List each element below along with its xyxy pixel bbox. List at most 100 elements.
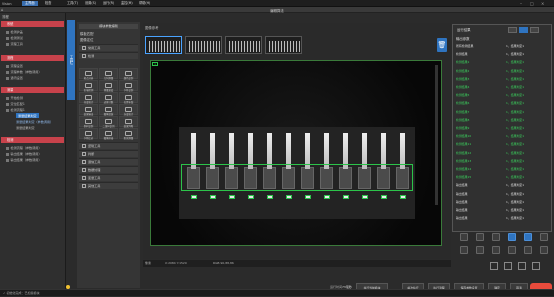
result-label: 检测结果1 [456,60,470,65]
menu-tools[interactable]: 工具(T) [64,1,81,6]
tree-item[interactable]: 定位匹配1 [6,101,25,106]
hand-icon[interactable] [460,246,468,254]
tool-cell[interactable]: 条码识别 [79,116,98,128]
tree-item[interactable]: 输出结果（参数调用） [6,157,41,162]
section-measure[interactable]: 测量 [1,87,64,93]
table-icon[interactable] [476,233,484,241]
tool-cell[interactable]: 二维码识别 [99,116,118,128]
tool-cell[interactable]: 斑点分析 [79,68,98,80]
image-thumbnail[interactable] [145,36,182,54]
image-thumbnail[interactable] [265,36,302,54]
tool-cell[interactable]: 图像滤波 [99,104,118,116]
tool-cell[interactable]: 边缘计数 [99,92,118,104]
tool-cell[interactable]: 图像拼接 [99,128,118,140]
tool-cell[interactable]: 结果输出 [79,104,98,116]
tool-label: 图像拼接 [103,136,114,140]
settings-icon[interactable] [540,246,548,254]
tool-icon [125,106,132,112]
rotate-icon[interactable] [518,262,526,270]
fit-icon[interactable] [524,246,532,254]
tool-list-label: 逻辑工具 [88,144,101,148]
image-thumbnail[interactable] [225,36,262,54]
delete-image-icon[interactable]: 🗑 [437,38,447,52]
tool-cell[interactable]: 颜色识别 [119,68,138,80]
zoom-out-icon[interactable] [504,262,512,270]
tool-cell[interactable]: 灰度统计 [119,104,138,116]
tool-cell[interactable]: 字符识别 [119,80,138,92]
tree-item[interactable]: 流程工具 [6,41,23,46]
camera-icon[interactable] [508,233,516,241]
grid-view-icon[interactable] [519,27,528,33]
tab-toolbox[interactable]: 工具栏 [67,20,75,100]
group-common-tools[interactable]: 常用工具 [79,44,138,51]
tool-cell[interactable]: 字符比对 [79,128,98,140]
tool-list-item[interactable]: 其他工具 [79,182,138,189]
tree-item[interactable]: 开始检测 [6,95,23,100]
tool-list-item[interactable]: 变量工具 [79,174,138,181]
export-icon[interactable] [540,233,548,241]
tool-cell[interactable]: 测量宽度 [99,80,118,92]
detection-roi[interactable] [181,164,413,191]
result-value: 1，结果判定1 [506,199,525,204]
tool-cell[interactable]: 区域检测 [79,80,98,92]
trash-icon[interactable] [492,233,500,241]
tool-list-item[interactable]: 数据处理 [79,166,138,173]
image-thumbnail[interactable] [185,36,222,54]
tool-list-item[interactable]: 通信工具 [79,158,138,165]
group-detect[interactable]: 检测 [79,52,138,59]
maximize-icon[interactable]: □ [530,1,534,6]
tree-item-label: 流程参数（参数调用） [10,70,42,74]
roi-marker[interactable]: 1 [152,62,158,66]
tree-subitem[interactable]: 测量结果判定（参数调用） [16,119,53,124]
tree-item[interactable]: 流程参数（参数调用） [6,69,41,74]
minimize-icon[interactable]: – [520,1,522,6]
close-icon[interactable]: × [541,1,544,6]
result-value: 1，结果判定1 [506,44,525,48]
tree-item[interactable]: 检测测试 [6,35,23,40]
block-icon[interactable] [492,246,500,254]
target-icon[interactable] [508,246,516,254]
tool-cell[interactable]: 位置补偿 [119,92,138,104]
tool-list-label: 通信工具 [88,160,101,164]
section-detect[interactable]: 检测 [1,137,64,143]
menu-monitor[interactable]: 监控(M) [118,1,136,6]
grid-icon[interactable] [460,233,468,241]
tool-icon [85,82,92,88]
tree-item-selected[interactable]: 测量结果判定 [16,113,39,118]
menu-help[interactable]: 帮助(H) [136,1,153,6]
tree-subitem[interactable]: 测量结果判定 [16,125,35,130]
vertical-scrollbar[interactable] [435,65,438,205]
result-label: 检测结果9 [456,126,470,130]
tree-item[interactable]: 检测流程（参数调用） [6,145,41,150]
tree-item[interactable]: 流程设置 [6,63,23,68]
tab-main[interactable]: 主界面 [22,1,38,6]
result-row: 输出结果 1，结果判定1 [456,215,550,221]
tool-list-item[interactable]: 逻辑工具 [79,142,138,149]
list-view-icon[interactable] [508,27,517,33]
tree-item[interactable]: 检测护盖 [6,29,23,34]
tool-cell[interactable]: 结果判断 [119,116,138,128]
tree-item-label: 检测测试 [10,36,23,40]
tool-cell[interactable]: 距离测量 [119,128,138,140]
menu-run[interactable]: 运行(R) [100,1,117,6]
tool-list-item[interactable]: 判断 [79,150,138,157]
zoom-in-icon[interactable] [490,262,498,270]
lock-icon[interactable] [476,246,484,254]
menu-settings[interactable]: 设置(S) [82,1,99,6]
tree-item[interactable]: 通讯设置 [6,75,23,80]
tab-check[interactable]: 检查 [42,1,54,6]
result-row: 检测结果1 1，结果判定1 [456,59,550,65]
section-process[interactable]: 流程 [1,55,64,61]
node-icon [6,108,9,112]
tool-cell[interactable]: 亮度统计 [79,92,98,104]
section-system[interactable]: 系统 [1,21,64,27]
reset-view-icon[interactable] [532,262,540,270]
coordinates: X:2084 Y:1520 [165,261,187,265]
image-icon[interactable] [524,233,532,241]
result-label: 检测结果5 [456,93,470,98]
detail-view-icon[interactable] [530,27,539,33]
tree-item[interactable]: 检测流程1 [6,107,25,112]
tool-cell[interactable]: 几何测量 [99,68,118,80]
tree-item[interactable]: 输出结果（参数调用） [6,151,41,156]
inspection-image[interactable]: 1 [150,60,442,246]
